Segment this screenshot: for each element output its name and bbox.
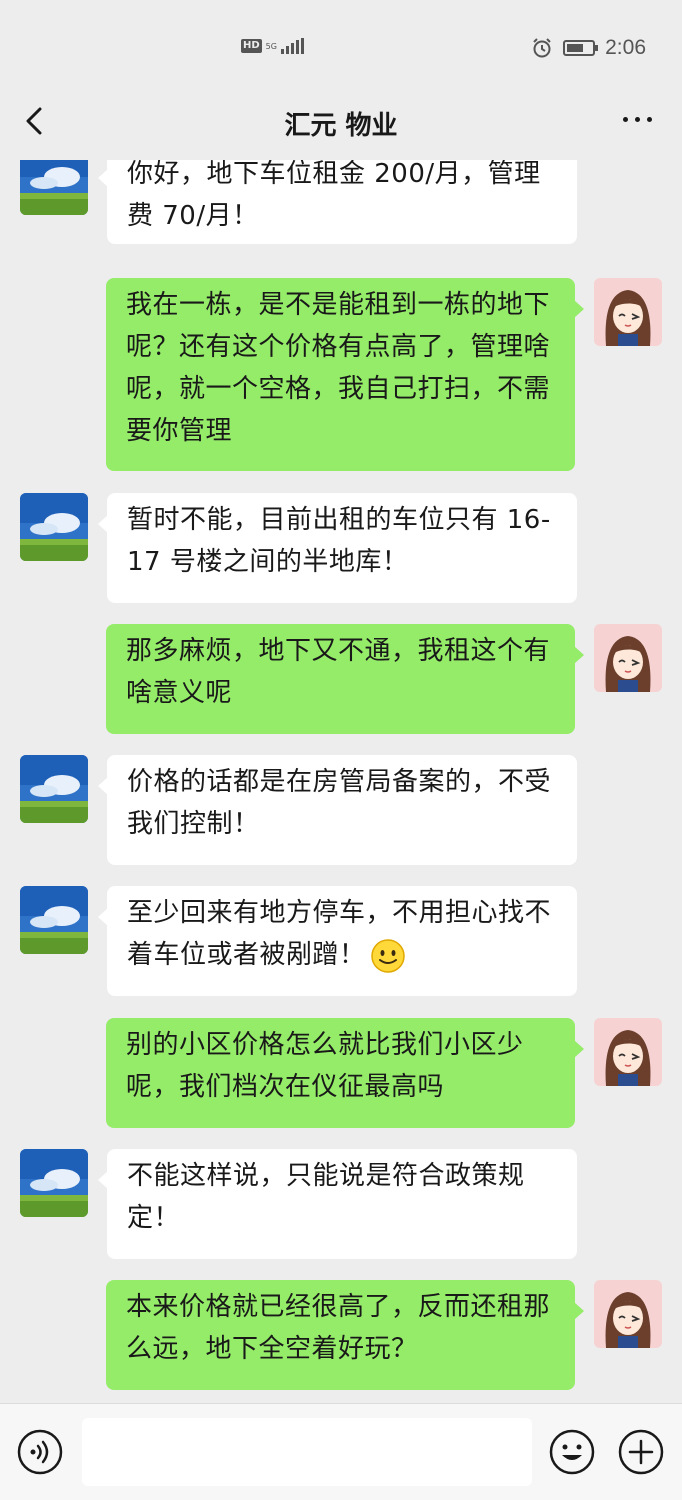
status-bar: HD 5G 2:06 <box>0 0 682 95</box>
sky-avatar-image <box>20 886 88 954</box>
input-bar <box>0 1403 682 1500</box>
chat-header: 汇元 物业 <box>0 95 682 155</box>
emoji-icon[interactable] <box>548 1428 596 1476</box>
network-indicators: HD 5G <box>241 38 304 54</box>
sky-avatar-image <box>20 160 88 215</box>
more-options-icon[interactable] <box>623 117 652 122</box>
message-bubble: 别的小区价格怎么就比我们小区少呢，我们档次在仪征最高吗 <box>106 1018 584 1128</box>
network-type: 5G <box>265 41 277 51</box>
sky-avatar-image <box>20 755 88 823</box>
message-bubble: 至少回来有地方停车，不用担心找不着车位或者被剐蹭！ <box>98 886 577 996</box>
message-bubble: 不能这样说，只能说是符合政策规定！ <box>98 1149 577 1259</box>
signal-icon <box>280 38 304 54</box>
message-list[interactable]: 你好，地下车位租金 200/月，管理费 70/月！ 我在一栋，是不是能租到一栋的… <box>0 160 682 1403</box>
self-avatar[interactable] <box>594 278 662 346</box>
message-bubble: 价格的话都是在房管局备案的，不受我们控制！ <box>98 755 577 865</box>
message-bubble: 那多麻烦，地下又不通，我租这个有啥意义呢 <box>106 624 584 734</box>
hd-icon: HD <box>241 39 262 53</box>
contact-avatar[interactable] <box>20 755 88 823</box>
sky-avatar-image <box>20 1149 88 1217</box>
cartoon-girl-avatar-image <box>594 1280 662 1348</box>
self-avatar[interactable] <box>594 1280 662 1348</box>
contact-avatar[interactable] <box>20 1149 88 1217</box>
battery-icon <box>563 40 599 56</box>
alarm-icon <box>533 38 551 58</box>
voice-input-icon[interactable] <box>16 1428 64 1476</box>
message-bubble: 本来价格就已经很高了，反而还租那么远，地下全空着好玩？ <box>106 1280 584 1390</box>
status-right: 2:06 <box>531 36 646 60</box>
self-avatar[interactable] <box>594 624 662 692</box>
contact-avatar[interactable] <box>20 886 88 954</box>
contact-avatar[interactable] <box>20 493 88 561</box>
smile-emoji-icon <box>370 938 405 973</box>
message-bubble: 我在一栋，是不是能租到一栋的地下呢？还有这个价格有点高了，管理啥呢，就一个空格，… <box>106 278 584 471</box>
message-bubble: 暂时不能，目前出租的车位只有 16-17 号楼之间的半地库！ <box>98 493 577 603</box>
cartoon-girl-avatar-image <box>594 278 662 346</box>
chat-title: 汇元 物业 <box>284 111 398 141</box>
contact-avatar[interactable] <box>20 160 88 215</box>
clock: 2:06 <box>605 36 646 59</box>
cartoon-girl-avatar-image <box>594 1018 662 1086</box>
more-functions-plus-icon[interactable] <box>617 1428 665 1476</box>
sky-avatar-image <box>20 493 88 561</box>
cartoon-girl-avatar-image <box>594 624 662 692</box>
message-input[interactable] <box>82 1418 532 1486</box>
message-bubble: 你好，地下车位租金 200/月，管理费 70/月！ <box>98 160 577 244</box>
message-text: 至少回来有地方停车，不用担心找不着车位或者被剐蹭！ <box>127 898 552 970</box>
self-avatar[interactable] <box>594 1018 662 1086</box>
